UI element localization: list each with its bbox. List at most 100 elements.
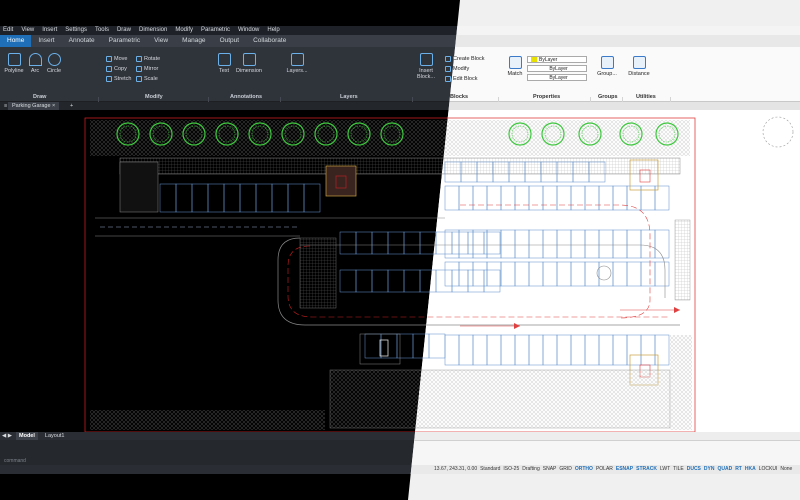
parking-stall bbox=[570, 334, 586, 366]
layers-button[interactable]: Layers... bbox=[284, 53, 310, 74]
match-button[interactable]: Match bbox=[502, 56, 528, 77]
menu-item[interactable]: Draw bbox=[117, 26, 131, 35]
parking-stall bbox=[371, 269, 389, 293]
insert-block-button[interactable]: Insert Block... bbox=[414, 53, 438, 80]
parking-stall bbox=[364, 333, 382, 359]
lineweight-dropdown[interactable]: ByLayer bbox=[527, 74, 587, 81]
parking-stall bbox=[542, 229, 558, 259]
parking-stall bbox=[612, 229, 628, 259]
mirror-icon bbox=[136, 66, 142, 72]
menu-item[interactable]: View bbox=[21, 26, 34, 35]
menu-item[interactable]: Modify bbox=[175, 26, 193, 35]
layout-nav-icon[interactable]: ◀ ▶ bbox=[2, 432, 12, 440]
parking-stall bbox=[598, 334, 614, 366]
menu-item[interactable]: Parametric bbox=[201, 26, 230, 35]
parking-stall bbox=[191, 183, 209, 213]
ribbon-tab[interactable]: Insert bbox=[31, 35, 61, 47]
cad-application: Edit View Insert Settings Tools Draw Dimension… bbox=[0, 0, 800, 500]
ribbon-tab[interactable]: Parametric bbox=[102, 35, 147, 47]
parking-stall bbox=[556, 229, 572, 259]
new-tab-button[interactable]: + bbox=[66, 102, 77, 110]
status-toggle[interactable]: LWT bbox=[660, 465, 670, 474]
scale-button[interactable]: Scale bbox=[136, 76, 158, 82]
parking-stall bbox=[419, 231, 437, 255]
parking-stall bbox=[626, 334, 642, 366]
color-dropdown[interactable]: ByLayer bbox=[527, 56, 587, 63]
arc-icon bbox=[28, 53, 42, 66]
status-toggle[interactable]: RT bbox=[735, 465, 742, 474]
parking-stall bbox=[612, 261, 628, 287]
parking-stall bbox=[500, 185, 516, 211]
parking-stall bbox=[303, 183, 321, 213]
menu-item[interactable]: Window bbox=[238, 26, 259, 35]
parking-stall bbox=[458, 185, 474, 211]
create-block-icon bbox=[445, 56, 451, 62]
ribbon-tab[interactable]: View bbox=[147, 35, 175, 47]
ribbon-tab[interactable]: Home bbox=[0, 35, 32, 47]
status-toggle[interactable]: SNAP bbox=[543, 465, 557, 474]
parking-stall bbox=[486, 334, 502, 366]
menu-item[interactable]: Edit bbox=[3, 26, 13, 35]
group-button[interactable]: Group... bbox=[594, 56, 620, 77]
status-toggle[interactable]: None bbox=[780, 465, 792, 474]
central-core bbox=[325, 165, 357, 197]
status-toggle[interactable]: POLAR bbox=[596, 465, 613, 474]
rotate-button[interactable]: Rotate bbox=[136, 56, 160, 62]
parking-stall bbox=[598, 229, 614, 259]
viewcube-compass[interactable] bbox=[762, 116, 794, 148]
menu-item[interactable]: Dimension bbox=[139, 26, 167, 35]
status-toggle[interactable]: LOCKUI bbox=[759, 465, 778, 474]
status-toggle[interactable]: QUAD bbox=[717, 465, 732, 474]
status-field[interactable]: Standard bbox=[480, 465, 500, 474]
circle-icon bbox=[47, 53, 61, 66]
status-field[interactable]: ISO-25 bbox=[503, 465, 519, 474]
status-toggle[interactable]: DUCS bbox=[687, 465, 701, 474]
layout-tab[interactable]: Model bbox=[16, 432, 38, 440]
linetype-dropdown[interactable]: ByLayer bbox=[527, 65, 587, 72]
grid-area bbox=[299, 237, 337, 309]
status-toggle[interactable]: ESNAP bbox=[616, 465, 633, 474]
ribbon-tab[interactable]: Manage bbox=[175, 35, 213, 47]
parking-stall bbox=[339, 231, 357, 255]
parking-stall bbox=[472, 185, 488, 211]
document-tab[interactable]: Parking Garage × bbox=[8, 102, 60, 110]
parking-stall bbox=[654, 334, 670, 366]
status-field[interactable]: 13.67, 243.31, 0.00 bbox=[434, 465, 477, 474]
parking-stall bbox=[223, 183, 241, 213]
menu-item[interactable]: Tools bbox=[95, 26, 109, 35]
status-toggle[interactable]: TILE bbox=[673, 465, 684, 474]
move-button[interactable]: Move bbox=[106, 56, 127, 62]
status-toggle[interactable]: DYN bbox=[704, 465, 715, 474]
dimension-button[interactable]: Dimension bbox=[234, 53, 264, 74]
scale-icon bbox=[136, 76, 142, 82]
parking-stall bbox=[486, 261, 502, 287]
ribbon-tab[interactable]: Output bbox=[213, 35, 247, 47]
parking-stall bbox=[542, 261, 558, 287]
stretch-button[interactable]: Stretch bbox=[106, 76, 131, 82]
status-toggle[interactable]: STRACK bbox=[636, 465, 657, 474]
parking-stall bbox=[287, 183, 305, 213]
copy-button[interactable]: Copy bbox=[106, 66, 127, 72]
parking-stall bbox=[255, 183, 273, 213]
status-field[interactable]: Drafting bbox=[522, 465, 540, 474]
menu-item[interactable]: Help bbox=[267, 26, 279, 35]
parking-stall bbox=[528, 261, 544, 287]
parking-stall bbox=[556, 185, 572, 211]
menu-item[interactable]: Insert bbox=[42, 26, 57, 35]
parking-stall bbox=[451, 269, 469, 293]
menu-item[interactable]: Settings bbox=[65, 26, 87, 35]
circle-button[interactable]: Circle bbox=[41, 53, 67, 74]
parking-stall bbox=[500, 334, 516, 366]
layout-tab[interactable]: Layout1 bbox=[42, 432, 68, 440]
rotate-icon bbox=[136, 56, 142, 62]
polyline-icon bbox=[7, 53, 21, 66]
ribbon-tab[interactable]: Annotate bbox=[62, 35, 102, 47]
mirror-button[interactable]: Mirror bbox=[136, 66, 158, 72]
parking-stall bbox=[626, 185, 642, 211]
status-toggle[interactable]: HKA bbox=[745, 465, 756, 474]
dimension-icon bbox=[242, 53, 256, 66]
status-toggle[interactable]: GRID bbox=[559, 465, 572, 474]
ribbon-tab[interactable]: Collaborate bbox=[246, 35, 293, 47]
status-toggle[interactable]: ORTHO bbox=[575, 465, 593, 474]
distance-button[interactable]: Distance bbox=[625, 56, 653, 77]
